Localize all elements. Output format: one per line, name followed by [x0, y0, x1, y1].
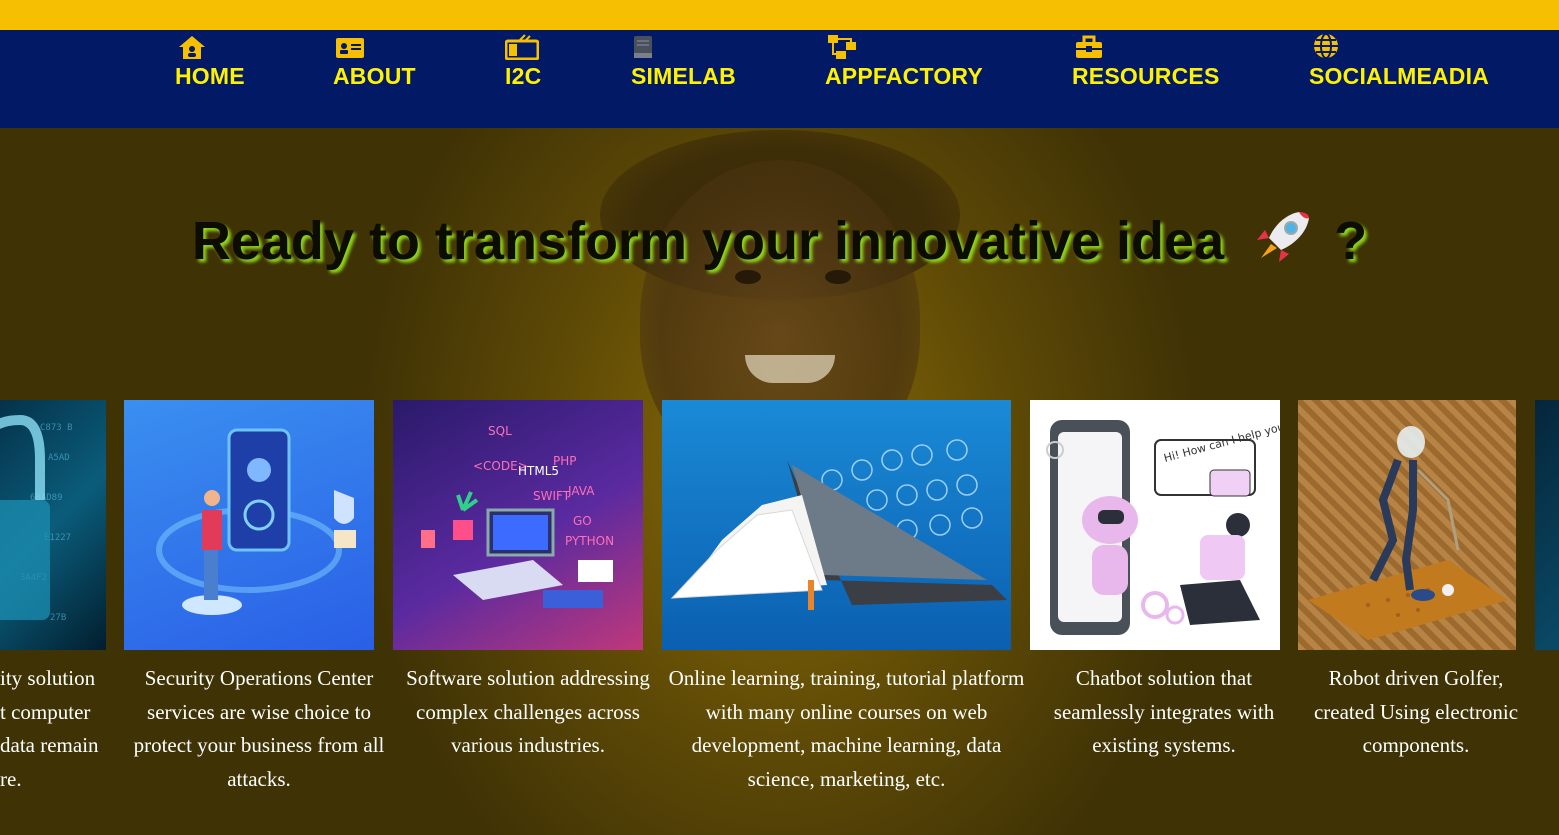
software-image: SQL PHP <CODE> HTML5 JAVA SWIFT GO PYTHON [393, 400, 643, 650]
toolbox-icon [1072, 30, 1106, 60]
hero-headline: Ready to transform your innovative idea … [0, 208, 1559, 281]
card-description: Software solution addressing complex cha… [406, 666, 650, 757]
chatbot-image: Hi! How can I help you? [1030, 400, 1280, 650]
svg-text:27B: 27B [50, 613, 66, 623]
card-description: Online learning, training, tutorial plat… [668, 666, 1025, 791]
nav-label: APPFACTORY [825, 63, 983, 89]
globe-icon [1309, 30, 1343, 60]
svg-text:A5AD: A5AD [48, 453, 70, 463]
headline-question: ? [1334, 210, 1368, 271]
lock-image: C873 BA5AD6BAD89 E12273A4F227B [0, 400, 106, 650]
nav-label: HOME [175, 63, 245, 89]
svg-text:C873 B: C873 B [40, 423, 73, 433]
security-center-image [124, 400, 374, 650]
rocket-icon [1249, 208, 1313, 281]
nav-label: I2C [505, 63, 542, 89]
background-photo-smile [745, 355, 835, 383]
svg-text:JAVA: JAVA [567, 484, 595, 498]
sitemap-icon [825, 30, 859, 60]
main-nav: HOME ABOUT I2C SIMELAB APPFACTORY RESOUR… [0, 30, 1559, 128]
svg-text:SQL: SQL [488, 424, 512, 438]
nav-label: RESOURCES [1072, 63, 1220, 89]
svg-text:GO: GO [573, 514, 592, 528]
partial-card-image [1535, 400, 1559, 650]
nav-item-simelab[interactable]: SIMELAB [631, 30, 736, 128]
card-description: ity solution t computer data remain re. [0, 666, 99, 791]
nav-item-about[interactable]: ABOUT [333, 30, 416, 128]
headline-text: Ready to transform your innovative idea [191, 210, 1225, 271]
nav-label: SOCIALMEADIA [1309, 63, 1490, 89]
id-card-icon [333, 30, 367, 60]
nav-label: ABOUT [333, 63, 416, 89]
card-description: Chatbot solution that seamlessly integra… [1053, 666, 1275, 757]
card-description: Security Operations Center services are … [133, 666, 385, 791]
svg-text:HTML5: HTML5 [518, 464, 559, 478]
nav-item-home[interactable]: HOME [175, 30, 245, 128]
nav-item-appfactory[interactable]: APPFACTORY [825, 30, 983, 128]
tv-icon [505, 30, 539, 60]
svg-text:PYTHON: PYTHON [565, 534, 614, 548]
svg-text:SWIFT: SWIFT [533, 489, 571, 503]
nav-label: SIMELAB [631, 63, 736, 89]
card-description: Robot driven Golfer, created Using elect… [1313, 666, 1519, 757]
book-icon [631, 30, 655, 60]
home-icon [175, 30, 209, 60]
online-learning-image [662, 400, 1011, 650]
nav-item-i2c[interactable]: I2C [505, 30, 541, 128]
nav-item-socialmedia[interactable]: SOCIALMEADIA [1309, 30, 1489, 128]
robot-golfer-image [1298, 400, 1516, 650]
nav-item-resources[interactable]: RESOURCES [1072, 30, 1220, 128]
